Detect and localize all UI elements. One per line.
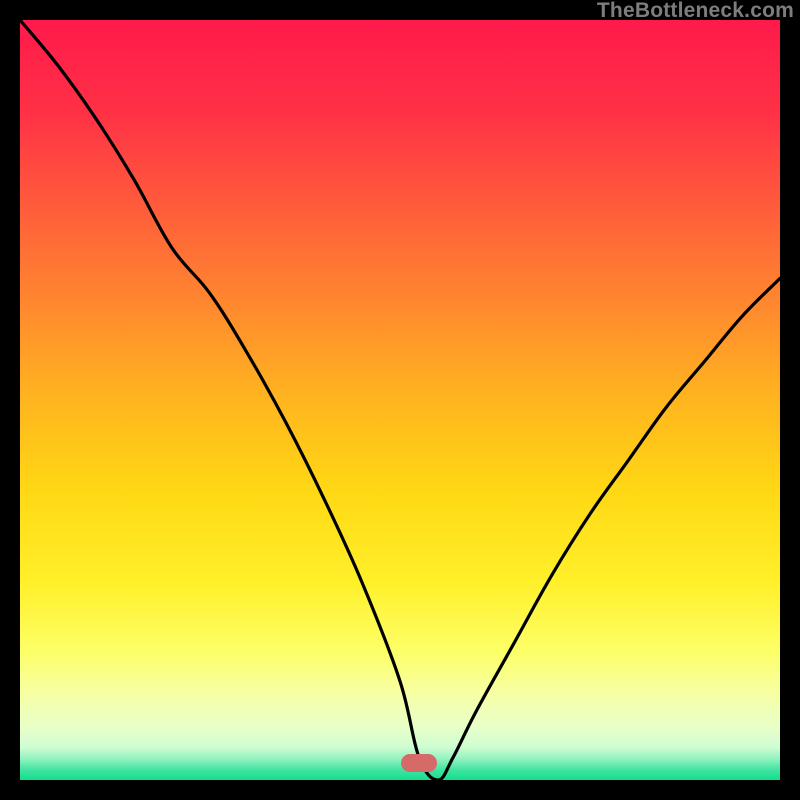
optimum-marker — [401, 754, 437, 772]
plot-area — [20, 20, 780, 780]
chart-frame: TheBottleneck.com — [0, 0, 800, 800]
watermark-text: TheBottleneck.com — [597, 0, 794, 22]
bottleneck-curve — [20, 20, 780, 780]
